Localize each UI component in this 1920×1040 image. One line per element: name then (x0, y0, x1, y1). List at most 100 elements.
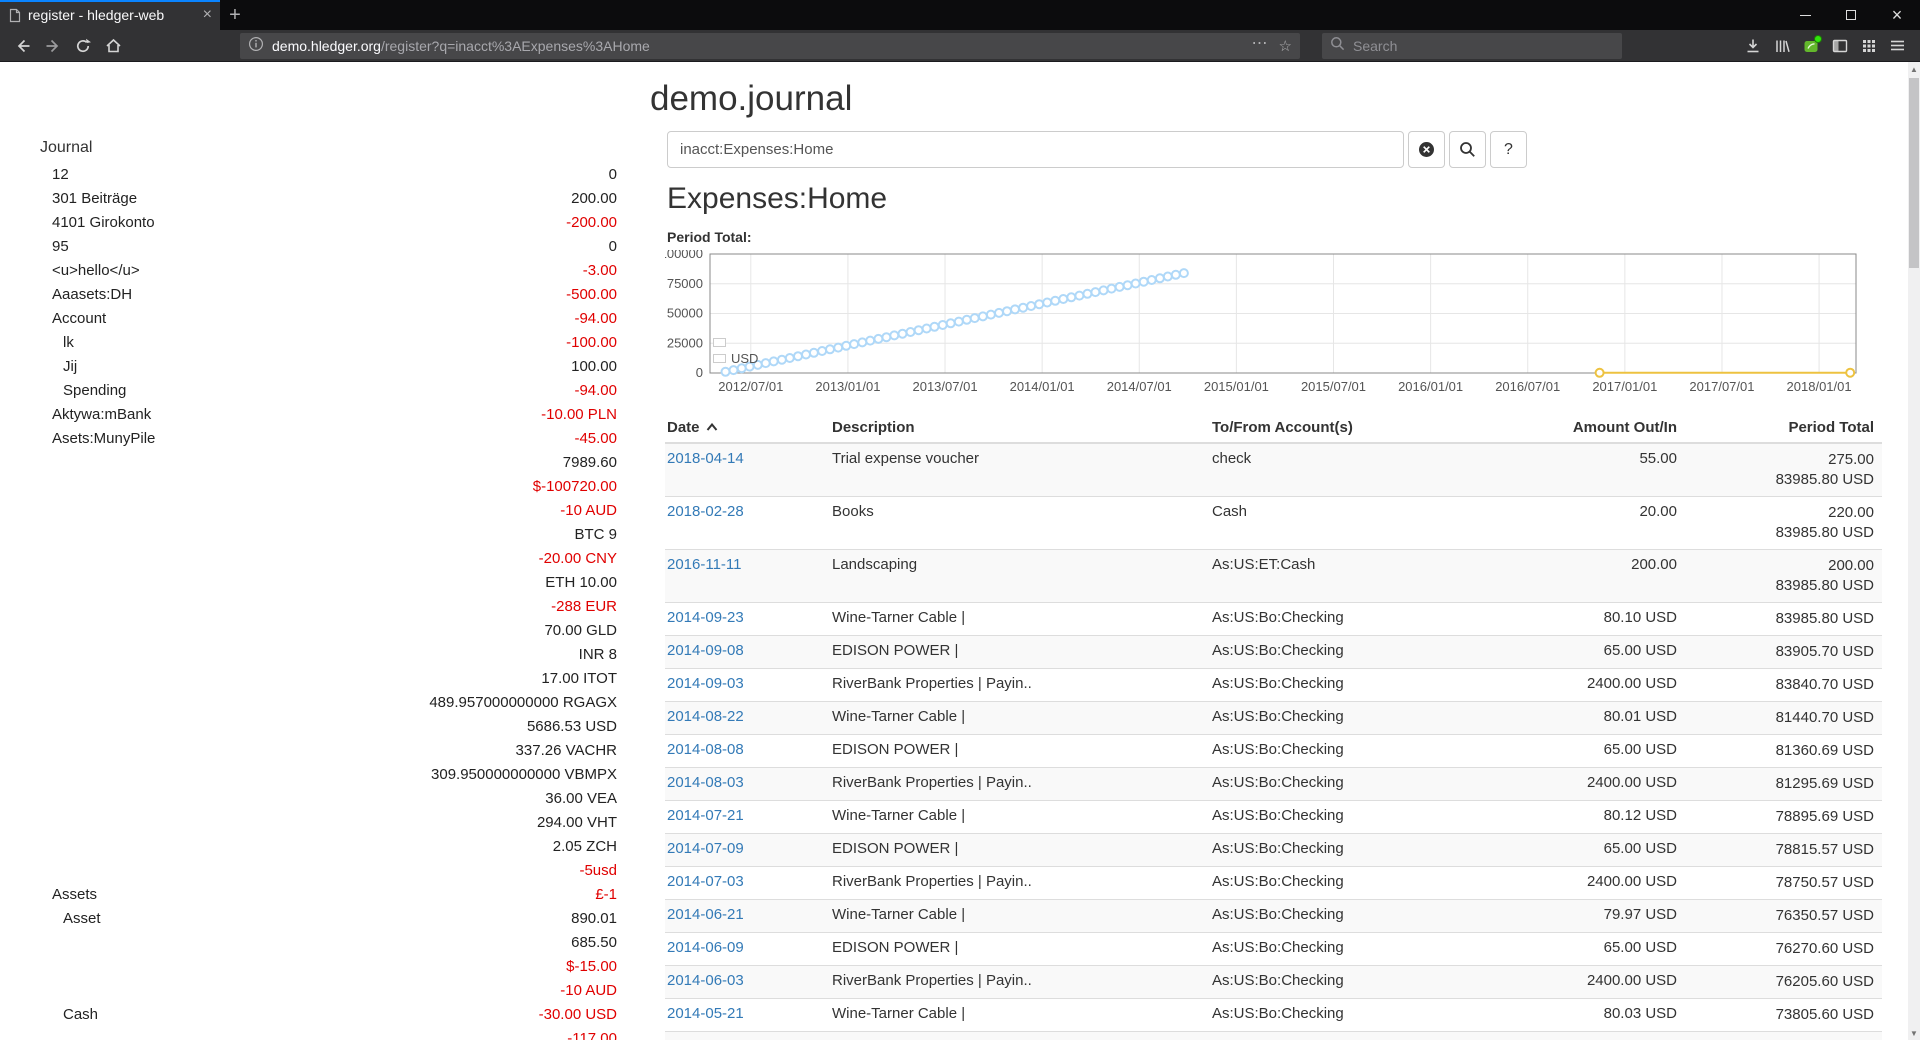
page-favicon-icon (8, 8, 22, 23)
scrollbar-thumb[interactable] (1909, 78, 1919, 268)
transaction-date-link[interactable]: 2014-07-21 (667, 807, 744, 824)
library-icon[interactable] (1767, 32, 1796, 60)
back-button[interactable] (8, 32, 38, 60)
transaction-date-link[interactable]: 2018-02-28 (667, 503, 744, 520)
period-total-line: 81360.69 USD (1687, 741, 1874, 761)
period-total-line: 78815.57 USD (1687, 840, 1874, 860)
sidebar-account-link[interactable]: Asets:MunyPile (40, 427, 155, 451)
sidebar-account-link[interactable]: Account (40, 307, 106, 331)
transaction-account: As:US:Bo:Checking (1210, 768, 1495, 801)
query-input[interactable] (667, 131, 1404, 168)
sidebar-account-link[interactable]: Aktywa:mBank (40, 403, 151, 427)
vertical-scrollbar[interactable]: ▲ ▼ (1908, 62, 1920, 1040)
transaction-date-link[interactable]: 2018-04-14 (667, 450, 744, 467)
minimize-button[interactable] (1782, 0, 1828, 30)
transaction-period-total: 83840.70 USD (1685, 669, 1882, 702)
tab-bar: register - hledger-web × + × (0, 0, 1920, 30)
sidebar-account-link[interactable]: 12 (40, 163, 69, 187)
journal-title-link[interactable]: demo.journal (650, 78, 1895, 119)
svg-text:0: 0 (696, 365, 703, 380)
transaction-date-link[interactable]: 2014-05-21 (667, 1005, 744, 1022)
transaction-date-cell: 2014-07-03 (665, 867, 830, 900)
column-header-description[interactable]: Description (830, 412, 1210, 443)
scroll-down-icon[interactable]: ▼ (1908, 1026, 1920, 1040)
transaction-date-link[interactable]: 2014-07-03 (667, 873, 744, 890)
scroll-up-icon[interactable]: ▲ (1908, 62, 1920, 76)
period-total-line: 83985.80 USD (1687, 523, 1874, 543)
search-submit-button[interactable] (1449, 131, 1486, 168)
transaction-date-link[interactable]: 2014-06-21 (667, 906, 744, 923)
browser-tab[interactable]: register - hledger-web × (0, 0, 220, 30)
menu-hamburger-icon[interactable] (1883, 32, 1912, 60)
sidebar-account-link[interactable]: Aaasets:DH (40, 283, 132, 307)
downloads-icon[interactable] (1738, 32, 1767, 60)
legend-label: USD (731, 351, 758, 366)
url-bar[interactable]: demo.hledger.org/register?q=inacct%3AExp… (240, 33, 1300, 59)
transaction-date-link[interactable]: 2014-09-08 (667, 642, 744, 659)
transaction-date-link[interactable]: 2014-08-22 (667, 708, 744, 725)
svg-text:2018/01/01: 2018/01/01 (1787, 379, 1852, 394)
home-icon[interactable] (98, 32, 128, 60)
close-button[interactable]: × (1874, 0, 1920, 30)
sidebar-account-balance: -10 AUD (560, 979, 617, 1003)
period-total-line: 83985.80 USD (1687, 609, 1874, 629)
transaction-date-cell: 2014-09-23 (665, 603, 830, 636)
transaction-date-cell: 2014-05-21 (665, 999, 830, 1032)
maximize-button[interactable] (1828, 0, 1874, 30)
transaction-description: RiverBank Properties | Payin.. (830, 669, 1210, 702)
transaction-date-link[interactable]: 2016-11-11 (667, 556, 742, 573)
sidebar-account-link[interactable]: 4101 Girokonto (40, 211, 155, 235)
transaction-account: Cash (1210, 497, 1495, 550)
transaction-description: RiverBank Properties | Payin.. (830, 768, 1210, 801)
sidebar-account-link[interactable]: Asset (40, 907, 101, 931)
transaction-date-link[interactable]: 2014-08-03 (667, 774, 744, 791)
transaction-date-cell: 2014-08-22 (665, 702, 830, 735)
sidebar-account-link[interactable]: Assets (40, 883, 97, 907)
transaction-date-link[interactable]: 2014-06-09 (667, 939, 744, 956)
extension-icon[interactable] (1796, 32, 1825, 60)
transaction-amount: 200.00 (1495, 550, 1685, 603)
sidebar-account-link[interactable]: 301 Beiträge (40, 187, 137, 211)
sidebar-account-link[interactable]: <u>hello</u> (40, 259, 140, 283)
sidebar-account-balance: -45.00 (574, 427, 617, 451)
browser-search-bar[interactable]: Search (1322, 33, 1622, 59)
column-header-period-total[interactable]: Period Total (1685, 412, 1882, 443)
clear-query-button[interactable] (1408, 131, 1445, 168)
tab-close-icon[interactable]: × (203, 7, 212, 23)
transaction-date-link[interactable]: 2014-09-23 (667, 609, 744, 626)
column-header-date[interactable]: Date (665, 412, 830, 443)
sidebar-account-link[interactable]: Jij (40, 355, 77, 379)
account-heading: Expenses:Home (667, 182, 1895, 216)
sidebar-account-link[interactable]: 95 (40, 235, 69, 259)
new-tab-button[interactable]: + (220, 0, 250, 30)
sidebar-account-link[interactable]: lk (40, 331, 74, 355)
svg-text:2015/07/01: 2015/07/01 (1301, 379, 1366, 394)
forward-button[interactable] (38, 32, 68, 60)
bookmark-star-icon[interactable]: ☆ (1279, 37, 1292, 55)
transaction-description: Wine-Tarner Cable | (830, 603, 1210, 636)
column-header-amount-out-in[interactable]: Amount Out/In (1495, 412, 1685, 443)
period-total-label: Period Total: (667, 229, 1895, 245)
column-header-to-from-account-s-[interactable]: To/From Account(s) (1210, 412, 1495, 443)
transaction-date-link[interactable]: 2014-07-09 (667, 840, 744, 857)
help-button[interactable]: ? (1490, 131, 1527, 168)
period-total-line: 81440.70 USD (1687, 708, 1874, 728)
transaction-date-link[interactable]: 2014-09-03 (667, 675, 744, 692)
site-info-icon[interactable] (248, 36, 264, 55)
register-row: 2018-02-28BooksCash20.00220.0083985.80 U… (665, 497, 1882, 550)
page-actions-icon[interactable]: ⋯ (1252, 33, 1269, 53)
sidebar-row: 70.00 GLD (40, 619, 617, 643)
apps-grid-icon[interactable] (1854, 32, 1883, 60)
transaction-account: As:US:Bo:Checking (1210, 834, 1495, 867)
sidebar-account-balance: -288 EUR (551, 595, 617, 619)
sidebar-account-link[interactable]: Cash (40, 1003, 98, 1027)
transaction-date-link[interactable]: 2014-06-03 (667, 972, 744, 989)
sidebar-journal-link[interactable]: Journal (40, 136, 632, 160)
reload-icon[interactable] (68, 32, 98, 60)
sidebar-account-link[interactable]: Spending (40, 379, 126, 403)
transaction-date-link[interactable]: 2014-08-08 (667, 741, 744, 758)
transaction-date-cell: 2014-06-21 (665, 900, 830, 933)
sort-ascending-icon (706, 418, 718, 435)
sidebar-toggle-icon[interactable] (1825, 32, 1854, 60)
register-row: 2014-06-03RiverBank Properties | Payin..… (665, 966, 1882, 999)
